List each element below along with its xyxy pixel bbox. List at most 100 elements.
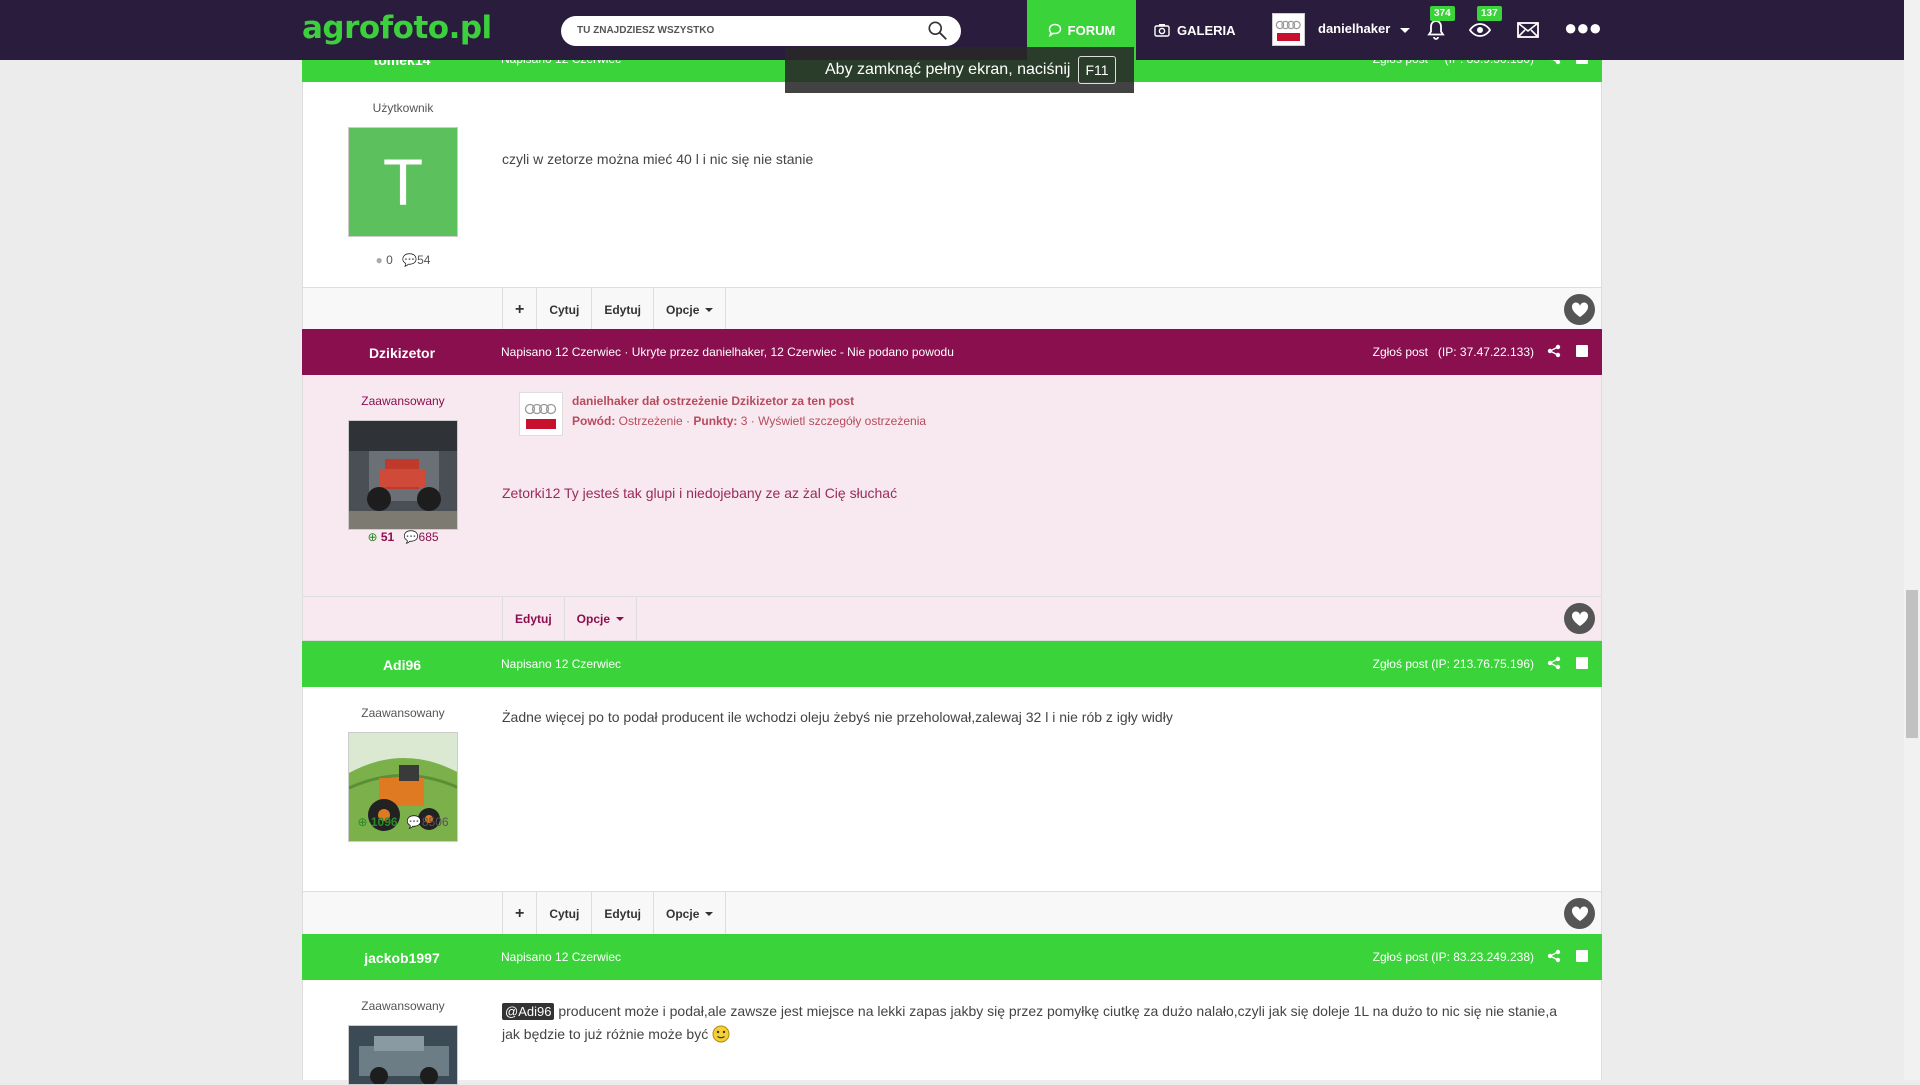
user-stats: ⊕ 51 💬685 xyxy=(303,530,503,544)
post-author[interactable]: Dzikizetor xyxy=(302,345,502,361)
post-footer: + Cytuj Edytuj Opcje xyxy=(302,287,1602,332)
post-ip: (IP: 37.47.22.133) xyxy=(1437,345,1534,359)
warning-points: 3 xyxy=(740,414,748,428)
post-content: @Adi96 producent może i podał,ale zawsze… xyxy=(502,1000,1562,1045)
post-footer: + Cytuj Edytuj Opcje xyxy=(302,891,1602,936)
camera-icon xyxy=(1154,24,1170,37)
search-icon[interactable] xyxy=(927,20,949,42)
warning-reason-label: Powód: xyxy=(572,414,616,428)
post-body: Zaawansowany ⊕ 1096 💬8506 Żadne więcej p… xyxy=(302,687,1602,891)
post-content: Żadne więcej po to podał producent ile w… xyxy=(502,709,1173,725)
options-label: Opcje xyxy=(576,611,611,626)
posts-count-icon: 💬 xyxy=(406,815,422,829)
reputation-count: 51 xyxy=(380,530,395,544)
search-box[interactable]: TU ZNAJDZIESZ WSZYSTKO xyxy=(561,16,961,46)
page-scrollbar[interactable] xyxy=(1904,0,1920,1080)
watched-badge[interactable]: 137 xyxy=(1477,6,1502,21)
post-meta: Napisano 12 Czerwiec xyxy=(501,950,622,964)
notifications-badge[interactable]: 374 xyxy=(1430,6,1455,21)
post-body: Użytkownik T ● 0 💬54 czyli w zetorze moż… xyxy=(302,82,1602,287)
warning-reason: Ostrzeżenie xyxy=(618,414,683,428)
edit-button[interactable]: Edytuj xyxy=(591,288,653,331)
options-button[interactable]: Opcje xyxy=(653,892,727,935)
caret-down-icon xyxy=(616,616,625,621)
nav-forum-label: FORUM xyxy=(1067,22,1116,38)
posts-count-icon: 💬 xyxy=(402,253,418,267)
username-label[interactable]: danielhaker xyxy=(1318,21,1390,36)
warning-title[interactable]: danielhaker dał ostrzeżenie Dzikizetor z… xyxy=(572,394,854,408)
edit-button[interactable]: Edytuj xyxy=(502,597,564,640)
post-author[interactable]: Adi96 xyxy=(302,657,502,673)
quote-button[interactable]: Cytuj xyxy=(536,288,591,331)
share-icon[interactable] xyxy=(1547,949,1561,963)
edit-button[interactable]: Edytuj xyxy=(591,892,653,935)
post-body: Zaawansowany @Adi96 producent może i pod… xyxy=(302,980,1602,1085)
post-meta: Napisano 12 Czerwiec xyxy=(501,657,622,671)
nav-gallery-tab[interactable]: GALERIA xyxy=(1154,0,1236,60)
plus-quote-button[interactable]: + xyxy=(502,288,536,331)
post-meta: Napisano 12 Czerwiec · Ukryte przez dani… xyxy=(501,345,954,359)
toast-key-hint: F11 xyxy=(1078,56,1116,84)
reputation-count: 1096 xyxy=(370,815,398,829)
posts-count[interactable]: 54 xyxy=(417,253,430,267)
report-post-link[interactable]: Zgłoś post xyxy=(1373,345,1428,359)
audi-logo-icon xyxy=(1275,20,1301,41)
caret-down-icon xyxy=(705,307,714,312)
chat-bubble-icon xyxy=(1048,23,1061,37)
post-select-checkbox[interactable] xyxy=(1576,950,1588,962)
options-button[interactable]: Opcje xyxy=(653,288,727,331)
warning-details: Powód: Ostrzeżenie · Punkty: 3 · Wyświet… xyxy=(572,414,927,428)
reputation-icon: ● xyxy=(375,253,383,267)
reputation-plus-icon: ⊕ xyxy=(357,815,368,829)
post-select-checkbox[interactable] xyxy=(1576,345,1588,357)
avatar-letter: T xyxy=(382,145,424,219)
user-avatar-letter[interactable]: T xyxy=(348,127,458,237)
post-author[interactable]: jackob1997 xyxy=(302,950,502,966)
report-post-link[interactable]: Zgłoś post xyxy=(1373,950,1428,964)
like-heart-icon[interactable] xyxy=(1564,603,1595,634)
site-logo[interactable]: agrofoto.pl xyxy=(302,10,492,46)
post-footer: Edytuj Opcje xyxy=(302,596,1602,641)
fullscreen-exit-toast: Aby zamknąć pełny ekran, naciśnij F11 xyxy=(785,47,1134,93)
scrollbar-thumb[interactable] xyxy=(1906,590,1918,738)
user-avatar-photo[interactable] xyxy=(348,1025,458,1085)
reputation-count: 0 xyxy=(386,253,393,267)
options-label: Opcje xyxy=(666,302,700,317)
warning-points-label: Punkty: xyxy=(693,414,738,428)
caret-down-icon xyxy=(705,911,714,916)
vehicle-photo xyxy=(349,1026,457,1084)
envelope-icon[interactable] xyxy=(1516,18,1540,42)
reputation-plus-icon: ⊕ xyxy=(367,530,378,544)
share-icon[interactable] xyxy=(1547,656,1561,670)
like-heart-icon[interactable] xyxy=(1564,898,1595,929)
nav-gallery-label: GALERIA xyxy=(1177,22,1236,38)
posts-count[interactable]: 8506 xyxy=(422,815,449,829)
options-label: Opcje xyxy=(666,906,700,921)
post-ip: (IP: 83.23.249.238) xyxy=(1431,950,1534,964)
post-header: Adi96 Napisano 12 Czerwiec Zgłoś post (I… xyxy=(302,641,1602,687)
user-mention-link[interactable]: @Adi96 xyxy=(502,1003,555,1020)
user-avatar-photo[interactable] xyxy=(348,420,458,530)
post-select-checkbox[interactable] xyxy=(1576,657,1588,669)
post-ip: (IP: 213.76.75.196) xyxy=(1431,657,1534,671)
report-post-link[interactable]: Zgłoś post xyxy=(1373,657,1428,671)
plus-quote-button[interactable]: + xyxy=(502,892,536,935)
options-button[interactable]: Opcje xyxy=(563,597,638,640)
smiley-emoticon-icon xyxy=(712,1025,730,1043)
post-header: Dzikizetor Napisano 12 Czerwiec · Ukryte… xyxy=(302,329,1602,375)
user-role: Zaawansowany xyxy=(361,706,445,720)
user-avatar[interactable] xyxy=(1272,13,1305,46)
posts-count[interactable]: 685 xyxy=(419,530,439,544)
search-input[interactable]: TU ZNAJDZIESZ WSZYSTKO xyxy=(577,25,714,36)
eye-icon[interactable] xyxy=(1468,18,1492,42)
user-menu-caret-icon[interactable] xyxy=(1400,28,1410,33)
moderator-avatar[interactable] xyxy=(519,392,563,436)
user-role: Zaawansowany xyxy=(361,999,445,1013)
audi-logo-icon xyxy=(524,403,557,429)
more-menu-icon[interactable]: ●●● xyxy=(1564,17,1602,39)
quote-button[interactable]: Cytuj xyxy=(536,892,591,935)
warning-details-link[interactable]: Wyświetl szczegóły ostrzeżenia xyxy=(758,414,926,428)
share-icon[interactable] xyxy=(1547,344,1561,358)
like-heart-icon[interactable] xyxy=(1564,294,1595,325)
bell-icon[interactable] xyxy=(1424,18,1448,42)
